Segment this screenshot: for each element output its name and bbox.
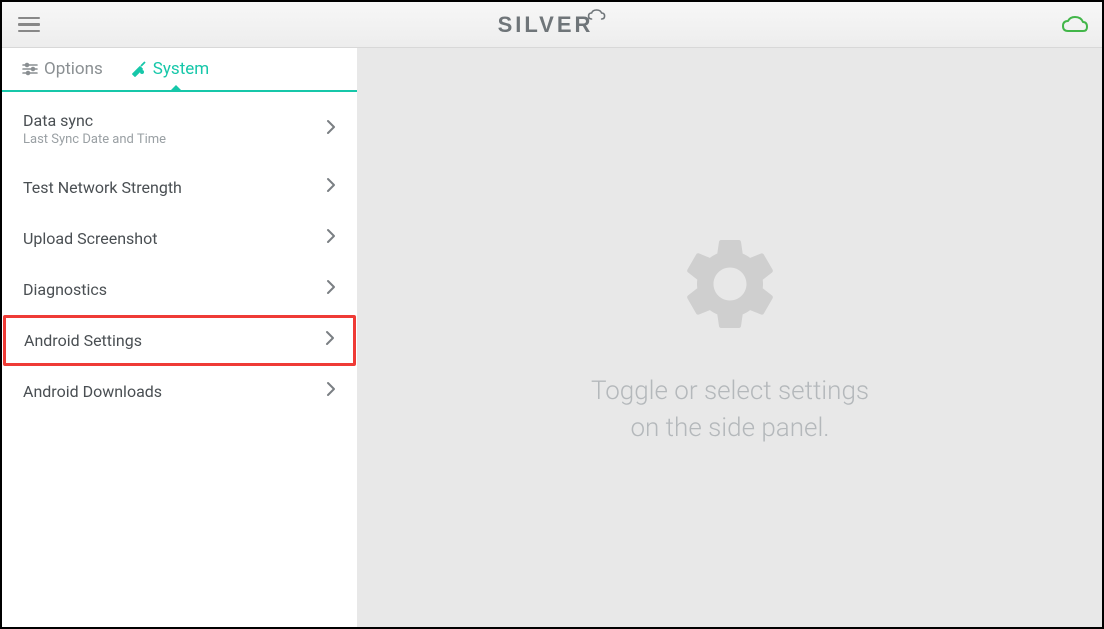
tab-options[interactable]: Options: [8, 48, 117, 90]
app-header: SILVER: [2, 2, 1102, 48]
chevron-right-icon: [325, 330, 335, 351]
sidebar-item-text: Test Network Strength: [23, 178, 182, 197]
settings-sidebar: Options System Data sync Last Sync Date a…: [2, 48, 358, 627]
placeholder-line-1: Toggle or select settings: [591, 373, 869, 409]
active-tab-indicator: [169, 85, 183, 92]
sidebar-item-label: Android Settings: [24, 331, 142, 350]
placeholder-line-2: on the side panel.: [591, 410, 869, 446]
sidebar-tabs: Options System: [2, 48, 357, 92]
sidebar-item-label: Diagnostics: [23, 280, 107, 299]
gear-icon: [675, 229, 785, 343]
sidebar-item-data-sync[interactable]: Data sync Last Sync Date and Time: [2, 96, 357, 162]
sidebar-item-test-network-strength[interactable]: Test Network Strength: [2, 162, 357, 213]
tab-system[interactable]: System: [117, 48, 223, 90]
broom-icon: [131, 61, 147, 77]
system-settings-list: Data sync Last Sync Date and Time Test Net…: [2, 92, 357, 627]
sidebar-item-text: Data sync Last Sync Date and Time: [23, 111, 166, 147]
main-content-panel: Toggle or select settings on the side pa…: [358, 48, 1102, 627]
chevron-right-icon: [326, 279, 336, 300]
tab-options-label: Options: [44, 59, 103, 79]
chevron-right-icon: [326, 381, 336, 402]
sidebar-item-text: Android Settings: [24, 331, 142, 350]
sidebar-item-text: Android Downloads: [23, 382, 162, 401]
sidebar-item-label: Android Downloads: [23, 382, 162, 401]
sidebar-item-upload-screenshot[interactable]: Upload Screenshot: [2, 213, 357, 264]
sliders-icon: [22, 61, 38, 77]
chevron-right-icon: [326, 177, 336, 198]
cloud-status-icon[interactable]: [1060, 15, 1090, 35]
sidebar-item-diagnostics[interactable]: Diagnostics: [2, 264, 357, 315]
app-logo: SILVER: [498, 12, 607, 38]
sidebar-item-label: Test Network Strength: [23, 178, 182, 197]
sidebar-item-sublabel: Last Sync Date and Time: [23, 132, 166, 147]
hamburger-menu-icon[interactable]: [14, 13, 44, 37]
chevron-right-icon: [326, 119, 336, 140]
tab-system-label: System: [153, 59, 209, 79]
logo-text: SILVER: [498, 12, 594, 38]
placeholder-message: Toggle or select settings on the side pa…: [591, 373, 869, 446]
chevron-right-icon: [326, 228, 336, 249]
sidebar-item-android-downloads[interactable]: Android Downloads: [2, 366, 357, 417]
sidebar-item-text: Diagnostics: [23, 280, 107, 299]
sidebar-item-label: Data sync: [23, 111, 166, 130]
sidebar-item-label: Upload Screenshot: [23, 229, 157, 248]
sidebar-item-text: Upload Screenshot: [23, 229, 157, 248]
sidebar-item-android-settings[interactable]: Android Settings: [3, 315, 356, 366]
